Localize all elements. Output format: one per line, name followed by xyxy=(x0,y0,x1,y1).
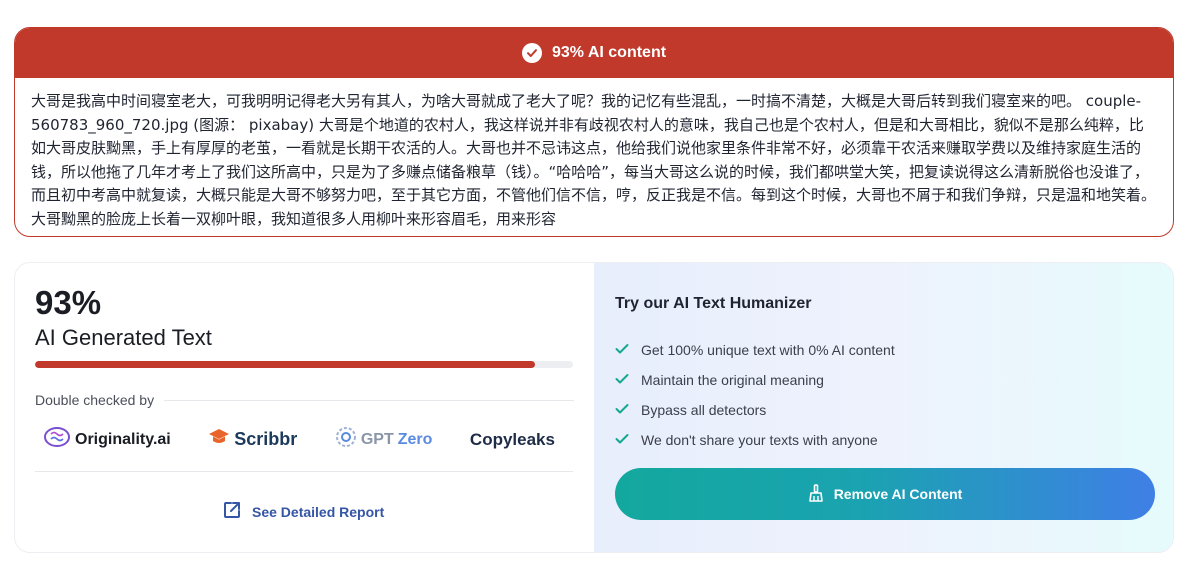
check-icon xyxy=(615,342,629,358)
humanizer-panel: Try our AI Text Humanizer Get 100% uniqu… xyxy=(594,263,1173,552)
humanizer-title: Try our AI Text Humanizer xyxy=(615,295,812,312)
see-detailed-report-label: See Detailed Report xyxy=(252,503,385,520)
copyleaks-logo-text: Copyleaks xyxy=(469,429,555,449)
check-icon xyxy=(615,432,629,448)
brain-icon xyxy=(43,426,71,453)
score-progress-fill xyxy=(35,361,536,368)
humanizer-features: Get 100% unique text with 0% AI content … xyxy=(615,335,1153,455)
check-icon xyxy=(615,372,629,388)
scribbr-logo-text: Scribbr xyxy=(234,429,298,449)
score-progress-bar xyxy=(35,361,573,368)
result-header: 93% AI content xyxy=(15,28,1173,78)
list-item: Maintain the original meaning xyxy=(615,365,1153,395)
graduation-cap-icon xyxy=(208,428,230,451)
score-panel: 93% AI Generated Text Double checked by … xyxy=(15,263,594,552)
gptzero-logo-gpt: GPT xyxy=(360,430,394,448)
feature-label: Maintain the original meaning xyxy=(641,372,824,388)
detector-logos: Originality.ai Scribbr GPT Zero Copyleak… xyxy=(35,426,555,453)
gptzero-logo: GPT Zero xyxy=(335,426,433,453)
result-card: 93% AI content 大哥是我高中时间寝室老大，可我明明记得老大另有其人… xyxy=(14,27,1174,237)
originality-logo-text: Originality.ai xyxy=(75,430,171,448)
broom-icon xyxy=(808,483,824,505)
summary-card: 93% AI Generated Text Double checked by … xyxy=(14,262,1174,553)
list-item: Bypass all detectors xyxy=(615,395,1153,425)
external-link-icon xyxy=(222,500,242,523)
originality-logo: Originality.ai xyxy=(43,426,171,453)
feature-label: Get 100% unique text with 0% AI content xyxy=(641,342,895,358)
check-circle-icon xyxy=(521,43,542,63)
divider-line xyxy=(164,399,574,401)
divider-line xyxy=(35,471,573,472)
remove-ai-content-button[interactable]: Remove AI Content xyxy=(615,468,1155,520)
copyleaks-logo: Copyleaks xyxy=(470,430,555,450)
double-checked-row: Double checked by xyxy=(35,392,574,408)
double-checked-label: Double checked by xyxy=(35,392,155,408)
analyzed-text: 大哥是我高中时间寝室老大，可我明明记得老大另有其人，为啥大哥就成了老大了呢？我的… xyxy=(31,92,1157,228)
score-label: AI Generated Text xyxy=(35,325,212,350)
scribbr-logo: Scribbr xyxy=(208,428,297,451)
list-item: Get 100% unique text with 0% AI content xyxy=(615,335,1153,365)
result-header-label: 93% AI content xyxy=(551,44,667,61)
remove-ai-content-label: Remove AI Content xyxy=(833,486,963,502)
score-percent: 93% xyxy=(35,284,102,321)
feature-label: Bypass all detectors xyxy=(641,402,767,418)
check-icon xyxy=(615,402,629,418)
gptzero-icon xyxy=(335,426,357,453)
feature-label: We don't share your texts with anyone xyxy=(641,432,878,448)
list-item: We don't share your texts with anyone xyxy=(615,425,1153,455)
see-detailed-report-link[interactable]: See Detailed Report xyxy=(222,500,384,523)
gptzero-logo-zero: Zero xyxy=(397,430,433,448)
